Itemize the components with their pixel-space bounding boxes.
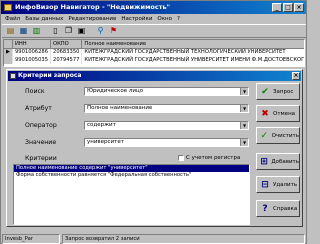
menu-window[interactable]: Окно [157, 14, 172, 24]
table-icon[interactable]: ▥ [31, 26, 42, 36]
maximize-button[interactable]: □ [283, 3, 293, 12]
table-header: ИНН ОКПО Полное наименование [4, 40, 304, 49]
search-select[interactable]: Юридическое лицо ▼ [84, 87, 249, 96]
add-button[interactable]: ⊞ Добавить [256, 153, 300, 170]
flag-icon[interactable]: ⚑ [108, 26, 119, 36]
checkmark-icon: ✔ [261, 86, 269, 97]
search-select-value: Юридическое лицо [87, 88, 144, 94]
clear-button[interactable]: ✓ Очистить [256, 127, 300, 144]
column-header-fullname[interactable]: Полное наименование [81, 40, 304, 49]
status-message: Запрос возвратил 2 записи [62, 234, 305, 244]
db-icon[interactable]: ▤ [5, 26, 16, 36]
query-button[interactable]: ✔ Запрос [256, 83, 300, 100]
filter-icon[interactable]: ⚲ [95, 26, 106, 36]
criteria-list[interactable]: Полное наименование содержит "университе… [13, 164, 250, 225]
add-button-label: Добавить [271, 158, 299, 165]
cancel-button[interactable]: ✖ Отмена [256, 105, 300, 122]
cell-inn[interactable]: 9901006286 [12, 48, 52, 56]
minimize-button[interactable]: _ [272, 3, 282, 12]
copy-document-icon[interactable]: ❐ [63, 26, 74, 36]
clear-button-label: Очистить [271, 132, 299, 139]
operator-select[interactable]: содержит ▼ [84, 121, 249, 130]
delete-button[interactable]: ⊟ Удалить [256, 176, 300, 193]
operator-select-value: содержит [87, 122, 116, 128]
list-item[interactable]: Полное наименование содержит "университе… [14, 165, 249, 172]
menu-edit[interactable]: Редактирование [68, 14, 116, 24]
search-label: Поиск [25, 88, 45, 95]
cell-inn[interactable]: 9901005035 [12, 56, 52, 64]
row-indicator-icon: ▶ [4, 48, 13, 56]
cancel-button-label: Отмена [273, 110, 296, 117]
attribute-select[interactable]: Полное наименование ▼ [84, 104, 249, 113]
close-button[interactable]: × [294, 3, 304, 12]
chevron-down-icon[interactable]: ▼ [240, 122, 248, 129]
grid-icon[interactable]: ▦ [18, 26, 29, 36]
title-bar: ИнфоВизор Навигатор - "Недвижимость" _ □… [1, 1, 306, 14]
value-select[interactable]: университет ▼ [84, 138, 249, 147]
print-icon[interactable]: ▣ [76, 26, 87, 36]
chevron-down-icon[interactable]: ▼ [240, 139, 248, 146]
menu-settings[interactable]: Настройки [121, 14, 152, 24]
delete-icon: ⊟ [261, 179, 269, 190]
query-button-label: Запрос [273, 88, 294, 95]
value-select-value: университет [87, 139, 124, 145]
window-title: ИнфоВизор Навигатор - "Недвижимость" [15, 3, 170, 11]
attribute-select-value: Полное наименование [87, 105, 153, 111]
dialog-icon [10, 73, 16, 79]
menu-bar: Файл Базы данных Редактирование Настройк… [2, 14, 306, 24]
value-label: Значение [25, 139, 57, 146]
status-bar: Invesb_Par Запрос возвратил 2 записи [2, 234, 306, 244]
case-sensitive-checkbox[interactable]: С учетом регистра [178, 155, 240, 161]
list-item[interactable]: Форма собственности равняется "Федеральн… [14, 172, 249, 179]
checkbox-box[interactable] [178, 155, 184, 161]
dialog-close-button[interactable]: × [292, 72, 300, 80]
add-icon: ⊞ [260, 156, 268, 167]
table-row[interactable]: ▶ 9901006286 20683350 КИТЕЖГРАДСКИЙ ГОСУ… [4, 48, 304, 56]
main-window: ИнфоВизор Навигатор - "Недвижимость" _ □… [0, 0, 307, 244]
table-row[interactable]: 9901005035 20794577 КИТЕЖГРАДСКИЙ ГОСУДА… [4, 56, 304, 64]
attribute-label: Атрибут [25, 105, 52, 112]
dialog-title: Критерии запроса [18, 72, 82, 79]
delete-button-label: Удалить [273, 181, 298, 188]
query-criteria-dialog: Критерии запроса × Поиск Юридическое лиц… [6, 69, 303, 227]
chevron-down-icon[interactable]: ▼ [240, 105, 248, 112]
criteria-label: Критерии [25, 155, 57, 162]
operator-label: Оператор [25, 122, 57, 129]
cell-fullname[interactable]: КИТЕЖГРАДСКИЙ ГОСУДАРСТВЕННЫЙ ТЕХНОЛОГИЧ… [81, 48, 304, 56]
help-icon: ? [262, 203, 268, 214]
clear-icon: ✓ [260, 130, 269, 141]
menu-databases[interactable]: Базы данных [25, 14, 63, 24]
help-button[interactable]: ? Справка [256, 200, 300, 217]
records-table[interactable]: ИНН ОКПО Полное наименование ▶ 990100628… [3, 39, 305, 67]
status-table-name: Invesb_Par [2, 234, 60, 244]
chevron-down-icon[interactable]: ▼ [240, 88, 248, 95]
cell-fullname[interactable]: КИТЕЖГРАДСКИЙ ГОСУДАРСТВЕННЫЙ УНИВЕРСИТЕ… [81, 56, 304, 64]
dialog-title-bar: Критерии запроса × [8, 71, 301, 81]
menu-file[interactable]: Файл [5, 14, 20, 24]
help-button-label: Справка [273, 205, 298, 212]
cell-okpo[interactable]: 20794577 [50, 56, 83, 64]
app-icon [4, 4, 12, 11]
toolbar: ▤ ▦ ▥ ▯ ❐ ▣ ⚲ ⚑ [2, 24, 306, 38]
cross-icon: ✖ [261, 108, 269, 119]
case-sensitive-label: С учетом регистра [186, 155, 241, 161]
new-document-icon[interactable]: ▯ [50, 26, 61, 36]
column-header-inn[interactable]: ИНН [12, 40, 52, 49]
column-header-okpo[interactable]: ОКПО [50, 40, 83, 49]
menu-help[interactable]: ? [177, 14, 180, 24]
cell-okpo[interactable]: 20683350 [50, 48, 83, 56]
